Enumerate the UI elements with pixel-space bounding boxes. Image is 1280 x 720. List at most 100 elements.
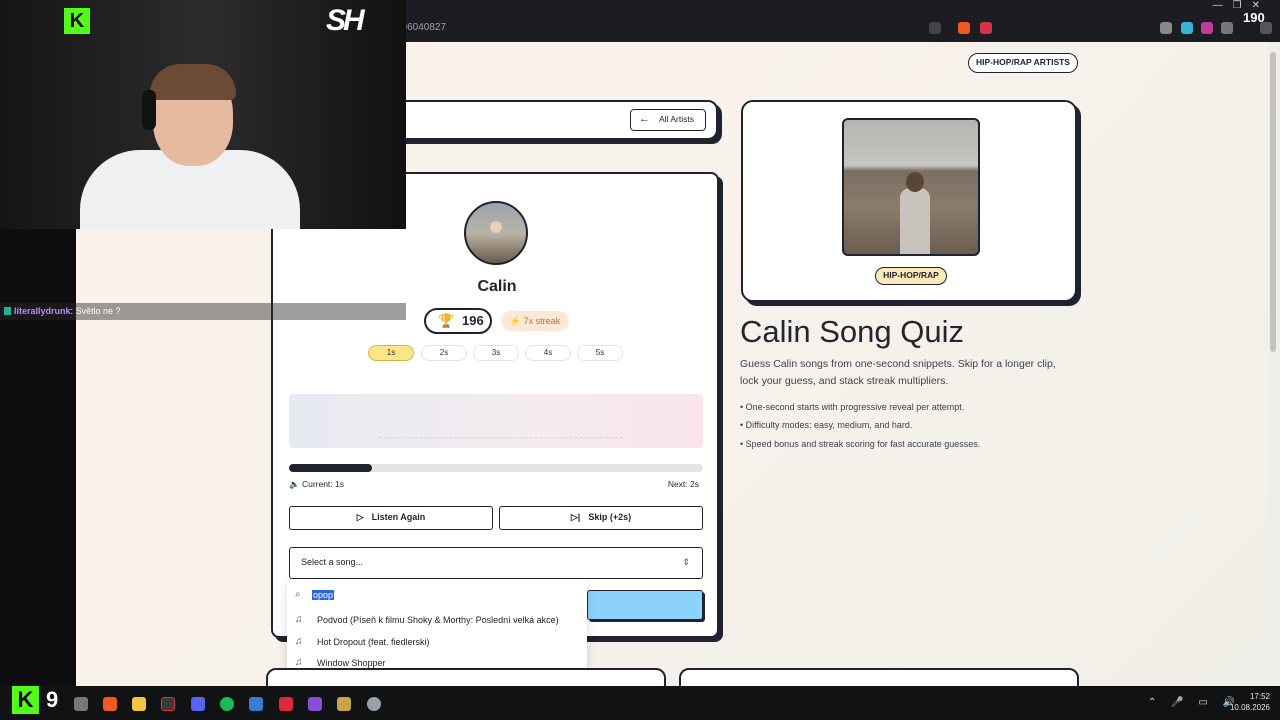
streak-label: 7x streak (523, 316, 561, 326)
window-controls[interactable]: —❐✕ (1213, 0, 1270, 12)
translate-icon[interactable] (929, 22, 941, 34)
badge-count: 190 (1243, 10, 1265, 25)
music-note-icon: ♫ (295, 636, 303, 647)
artist-name: Calin (477, 278, 517, 295)
audio-waveform[interactable] (289, 394, 703, 448)
search-icon: ⌕ (295, 589, 301, 600)
feature-bullet: • Speed bonus and streak scoring for fas… (740, 439, 981, 449)
minimize-button[interactable]: — (1213, 0, 1233, 11)
song-option[interactable]: ♫ Podvod (Píseň k filmu Shoky & Morthy: P… (295, 611, 579, 629)
close-button[interactable]: ✕ (1252, 0, 1270, 11)
settings-icon[interactable] (367, 697, 381, 711)
puzzle-icon[interactable] (1221, 22, 1233, 34)
extension-icon[interactable] (1181, 22, 1193, 34)
music-note-icon: ♫ (295, 614, 303, 625)
song-dropdown: ⌕ opop ♫ Podvod (Píseň k filmu Shoky & Mo… (287, 579, 587, 675)
quiz-description: Guess Calin songs from one-second snippe… (740, 358, 1056, 387)
bottom-card (679, 668, 1079, 686)
webcam-headset (142, 90, 156, 130)
all-artists-button[interactable]: ← All Artists (630, 109, 706, 131)
app-icon[interactable] (308, 697, 322, 711)
score-value: 196 (462, 313, 484, 328)
photo-person (900, 188, 930, 254)
speaker-icon: 🔈 (289, 479, 302, 489)
all-artists-label: All Artists (659, 114, 694, 124)
page-scrollbar[interactable] (1268, 42, 1280, 686)
file-icon[interactable] (74, 697, 88, 711)
chat-badge-icon (4, 307, 11, 315)
snippet-progress-bar (289, 464, 703, 472)
artist-image-card: HIP-HOP/RAP (741, 100, 1077, 302)
brave-icon[interactable] (103, 697, 117, 711)
app-icon[interactable] (279, 697, 293, 711)
progress-fill (289, 464, 372, 472)
listen-again-label: Listen Again (371, 512, 426, 522)
duration-5s[interactable]: 5s (577, 345, 623, 361)
discord-icon[interactable] (191, 697, 205, 711)
artist-photo (842, 118, 980, 256)
brave-rewards-icon[interactable] (980, 22, 992, 34)
app-icon[interactable] (337, 697, 351, 711)
address-bar[interactable]: 196040827 (396, 17, 996, 39)
sh-logo: SH (326, 4, 365, 37)
duration-1s[interactable]: 1s (368, 345, 414, 361)
chevron-updown-icon: ⇕ (682, 557, 690, 567)
song-option-label: Podvod (Píseň k filmu Shoky & Morthy: Po… (317, 615, 559, 625)
kick-count: 9 (46, 687, 59, 712)
duration-2s[interactable]: 2s (421, 345, 467, 361)
duration-3s[interactable]: 3s (473, 345, 519, 361)
genre-nav-button[interactable]: HIP-HOP/RAP ARTISTS (968, 53, 1078, 73)
chat-text: : Světlo ne ? (70, 306, 121, 316)
next-label: Next: 2s (667, 479, 699, 489)
song-option-label: Window Shopper (317, 658, 386, 668)
app-icon[interactable] (249, 697, 263, 711)
search-query: opop (312, 590, 335, 600)
bottom-card (266, 668, 666, 686)
webcam-hair (150, 64, 236, 100)
trophy-icon: 🏆 (438, 313, 455, 328)
chat-username: literallydrunk (14, 306, 71, 316)
listen-again-button[interactable]: ▷ Listen Again (289, 506, 493, 530)
song-search-input[interactable]: ⌕ opop (295, 586, 579, 604)
clock-time: 17:52 (1249, 692, 1270, 701)
chrome-icon[interactable] (161, 697, 175, 711)
stream-left-margin (0, 229, 76, 686)
arrow-left-icon: ← (639, 113, 650, 125)
photo-head (906, 172, 924, 192)
spotify-icon[interactable] (220, 697, 234, 711)
quiz-card: Calin 🏆 196 ⚡ 7x streak 1s 2s 3s 4s 5s 🔈… (271, 172, 719, 638)
song-select[interactable]: Select a song... ⇕ (289, 547, 703, 579)
page-title: Calin Song Quiz (740, 314, 965, 349)
kick-logo: K (64, 8, 90, 34)
streak-badge: ⚡ 7x streak (501, 311, 569, 331)
brave-shield-icon[interactable] (958, 22, 970, 34)
maximize-button[interactable]: ❐ (1233, 0, 1252, 11)
camera-extension-icon[interactable] (1160, 22, 1172, 34)
clock[interactable]: 17:52 10.08.2026 (1220, 691, 1270, 713)
play-icon: ▷ (356, 512, 364, 522)
skip-label: Skip (+2s) (588, 512, 632, 522)
duration-selector: 1s 2s 3s 4s 5s (368, 345, 628, 363)
feature-bullet: • Difficulty modes: easy, medium, and ha… (740, 420, 913, 430)
duration-4s[interactable]: 4s (525, 345, 571, 361)
kick-app-icon[interactable]: K (12, 686, 39, 714)
skip-icon: ▷| (570, 512, 581, 522)
submit-guess-button[interactable] (587, 590, 703, 620)
extension-icon[interactable] (1201, 22, 1213, 34)
song-select-placeholder: Select a song... (301, 557, 364, 567)
song-option[interactable]: ♫ Hot Dropout (feat. fiedlerski) (295, 633, 579, 651)
scrollbar-thumb[interactable] (1270, 52, 1276, 352)
folder-icon[interactable] (132, 697, 146, 711)
skip-button[interactable]: ▷| Skip (+2s) (499, 506, 703, 530)
webcam-overlay: K SH (0, 0, 406, 229)
bolt-icon: ⚡ (509, 316, 524, 326)
artist-avatar (464, 201, 528, 265)
waveform-line (379, 437, 623, 438)
current-text: Current: 1s (301, 479, 344, 489)
clock-date: 10.08.2026 (1229, 703, 1270, 712)
current-label: 🔈 Current: 1s (289, 479, 344, 490)
chat-message: literallydrunk: Světlo ne ? (0, 303, 406, 320)
feature-bullet: • One-second starts with progressive rev… (740, 402, 965, 412)
score-badge: 🏆 196 (424, 308, 492, 334)
song-option-label: Hot Dropout (feat. fiedlerski) (317, 637, 430, 647)
